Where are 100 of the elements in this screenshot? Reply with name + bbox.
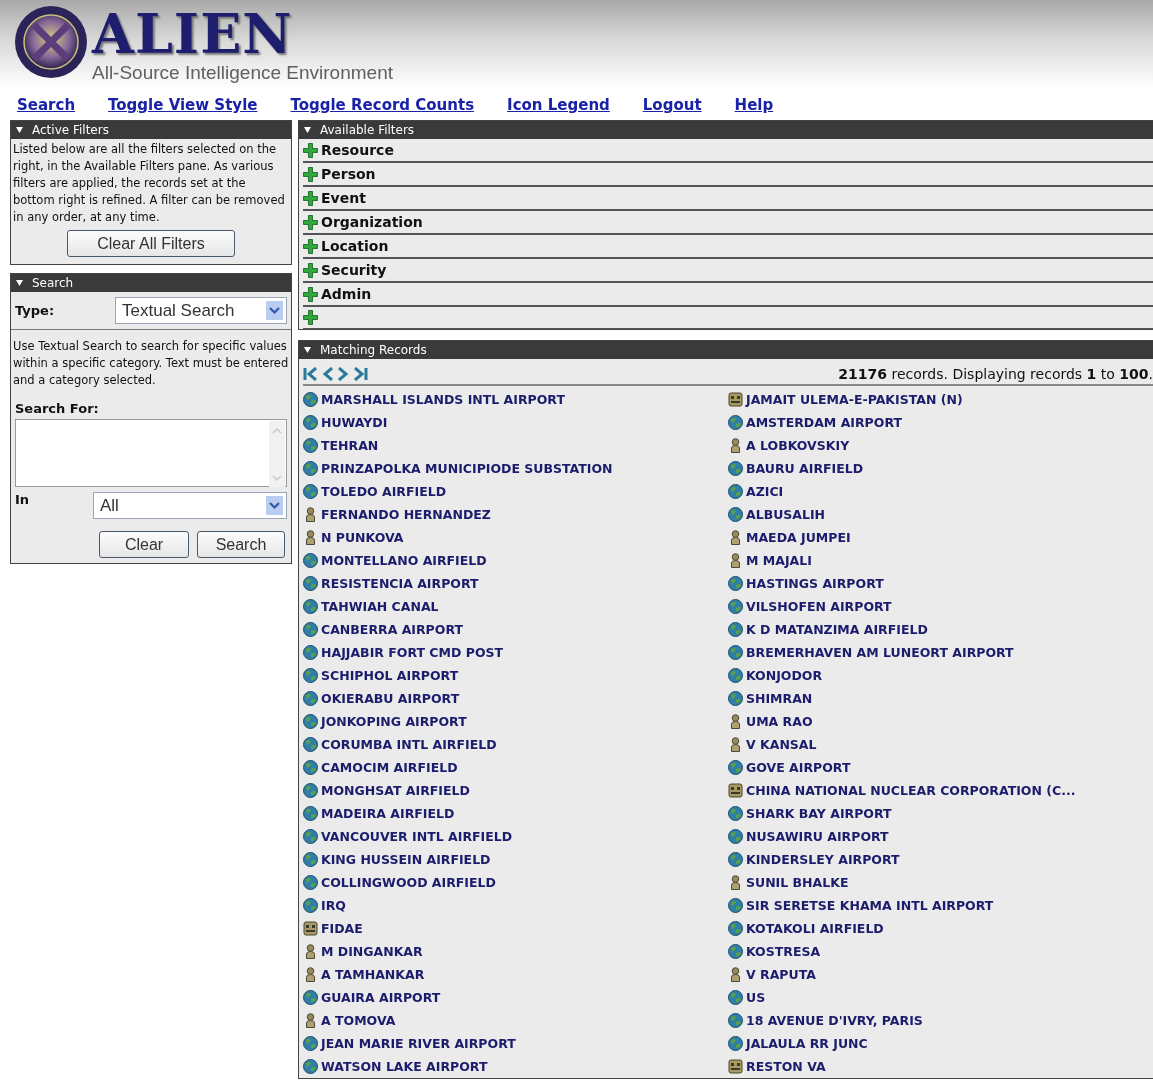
record-link[interactable]: TAHWIAH CANAL	[321, 599, 439, 614]
record-link[interactable]: OKIERABU AIRPORT	[321, 691, 460, 706]
record-link[interactable]: FERNANDO HERNANDEZ	[321, 507, 491, 522]
add-filter-icon[interactable]	[303, 286, 318, 302]
first-page-icon[interactable]	[303, 367, 319, 381]
record-link[interactable]: M MAJALI	[746, 553, 812, 568]
filter-category[interactable]: Security	[321, 262, 387, 278]
category-select[interactable]: All	[93, 492, 287, 519]
record-link[interactable]: IRQ	[321, 898, 346, 913]
record-link[interactable]: V KANSAL	[746, 737, 817, 752]
record-link[interactable]: BAURU AIRFIELD	[746, 461, 864, 476]
add-filter-icon[interactable]	[303, 190, 318, 206]
record-link[interactable]: TEHRAN	[321, 438, 379, 453]
record-link[interactable]: GOVE AIRPORT	[746, 760, 851, 775]
panel-header[interactable]: Search	[11, 274, 291, 292]
add-filter-icon[interactable]	[303, 142, 318, 158]
record-link[interactable]: CORUMBA INTL AIRFIELD	[321, 737, 497, 752]
clear-all-filters-button[interactable]: Clear All Filters	[67, 230, 235, 257]
filter-category[interactable]: Person	[321, 166, 376, 182]
scrollbar[interactable]	[269, 421, 285, 487]
record-link[interactable]: AMSTERDAM AIRPORT	[746, 415, 902, 430]
record-link[interactable]: ALBUSALIH	[746, 507, 826, 522]
search-button[interactable]: Search	[197, 531, 285, 558]
record-link[interactable]: MARSHALL ISLANDS INTL AIRPORT	[321, 392, 565, 407]
nav-link[interactable]: Help	[734, 96, 774, 114]
record-link[interactable]: A LOBKOVSKIY	[746, 438, 850, 453]
panel-header[interactable]: Active Filters	[11, 121, 291, 139]
record-link[interactable]: MONGHSAT AIRFIELD	[321, 783, 470, 798]
filter-category[interactable]: Resource	[321, 142, 394, 158]
record-link[interactable]: US	[746, 990, 766, 1005]
record-link[interactable]: SIR SERETSE KHAMA INTL AIRPORT	[746, 898, 994, 913]
record-link[interactable]: 18 AVENUE D'IVRY, PARIS	[746, 1013, 923, 1028]
record-link[interactable]: NUSAWIRU AIRPORT	[746, 829, 889, 844]
record-link[interactable]: BREMERHAVEN AM LUNEORT AIRPORT	[746, 645, 1014, 660]
record-link[interactable]: RESTON VA	[746, 1059, 826, 1074]
record-link[interactable]: SCHIPHOL AIRPORT	[321, 668, 459, 683]
record-link[interactable]: SHARK BAY AIRPORT	[746, 806, 892, 821]
globe-icon	[303, 553, 318, 568]
nav-link[interactable]: Icon Legend	[507, 96, 610, 114]
record-link[interactable]: KOSTRESA	[746, 944, 821, 959]
record-link[interactable]: RESISTENCIA AIRPORT	[321, 576, 479, 591]
record-link[interactable]: KONJODOR	[746, 668, 823, 683]
record-link[interactable]: K D MATANZIMA AIRFIELD	[746, 622, 928, 637]
nav-link[interactable]: Search	[17, 96, 76, 114]
record-link[interactable]: JALAULA RR JUNC	[746, 1036, 868, 1051]
record-link[interactable]: HASTINGS AIRPORT	[746, 576, 884, 591]
record-link[interactable]: HAJJABIR FORT CMD POST	[321, 645, 504, 660]
record-link[interactable]: A TAMHANKAR	[321, 967, 425, 982]
record-link[interactable]: COLLINGWOOD AIRFIELD	[321, 875, 496, 890]
globe-icon	[728, 576, 743, 591]
add-filter-icon[interactable]	[303, 262, 318, 278]
record-link[interactable]: AZICI	[746, 484, 784, 499]
search-text-field[interactable]	[15, 419, 287, 487]
record-link[interactable]: UMA RAO	[746, 714, 813, 729]
record-link[interactable]: VILSHOFEN AIRPORT	[746, 599, 892, 614]
last-page-icon[interactable]	[352, 367, 368, 381]
clear-button[interactable]: Clear	[99, 531, 189, 558]
record-link[interactable]: CANBERRA AIRPORT	[321, 622, 463, 637]
record-link[interactable]: KING HUSSEIN AIRFIELD	[321, 852, 491, 867]
previous-page-icon[interactable]	[322, 367, 334, 381]
record-link[interactable]: VANCOUVER INTL AIRFIELD	[321, 829, 513, 844]
record-link[interactable]: V RAPUTA	[746, 967, 816, 982]
record-link[interactable]: TOLEDO AIRFIELD	[321, 484, 447, 499]
record-link[interactable]: MONTELLANO AIRFIELD	[321, 553, 487, 568]
person-icon	[728, 714, 743, 729]
type-select[interactable]: Textual Search	[115, 297, 287, 324]
record-count-text: 21176 records. Displaying records 1 to 100.	[838, 365, 1153, 382]
record-link[interactable]: JONKOPING AIRPORT	[321, 714, 467, 729]
add-filter-icon[interactable]	[303, 238, 318, 254]
record-link[interactable]: MADEIRA AIRFIELD	[321, 806, 455, 821]
add-filter-icon[interactable]	[303, 166, 318, 182]
record-link[interactable]: CAMOCIM AIRFIELD	[321, 760, 458, 775]
add-filter-icon[interactable]	[303, 310, 318, 325]
record-link[interactable]: M DINGANKAR	[321, 944, 423, 959]
record-link[interactable]: HUWAYDI	[321, 415, 388, 430]
record-link[interactable]: JAMAIT ULEMA-E-PAKISTAN (N)	[746, 392, 963, 407]
record-link[interactable]: SUNIL BHALKE	[746, 875, 849, 890]
record-link[interactable]: A TOMOVA	[321, 1013, 396, 1028]
panel-header[interactable]: Available Filters	[299, 121, 1153, 139]
record-link[interactable]: PRINZAPOLKA MUNICIPIODE SUBSTATION	[321, 461, 613, 476]
filter-category[interactable]: Event	[321, 190, 366, 206]
record-link[interactable]: FIDAE	[321, 921, 363, 936]
record-link[interactable]: KINDERSLEY AIRPORT	[746, 852, 900, 867]
nav-link[interactable]: Toggle View Style	[108, 96, 258, 114]
record-link[interactable]: GUAIRA AIRPORT	[321, 990, 441, 1005]
nav-link[interactable]: Toggle Record Counts	[290, 96, 475, 114]
filter-category[interactable]: Location	[321, 238, 389, 254]
record-link[interactable]: MAEDA JUMPEI	[746, 530, 851, 545]
nav-link[interactable]: Logout	[642, 96, 702, 114]
panel-header[interactable]: Matching Records	[299, 341, 1153, 359]
record-link[interactable]: N PUNKOVA	[321, 530, 404, 545]
record-link[interactable]: CHINA NATIONAL NUCLEAR CORPORATION (C...	[746, 783, 1076, 798]
record-link[interactable]: KOTAKOLI AIRFIELD	[746, 921, 884, 936]
filter-category[interactable]: Admin	[321, 286, 372, 302]
next-page-icon[interactable]	[337, 367, 349, 381]
filter-category[interactable]: Organization	[321, 214, 423, 230]
add-filter-icon[interactable]	[303, 214, 318, 230]
record-link[interactable]: JEAN MARIE RIVER AIRPORT	[321, 1036, 516, 1051]
record-link[interactable]: SHIMRAN	[746, 691, 813, 706]
record-link[interactable]: WATSON LAKE AIRPORT	[321, 1059, 488, 1074]
